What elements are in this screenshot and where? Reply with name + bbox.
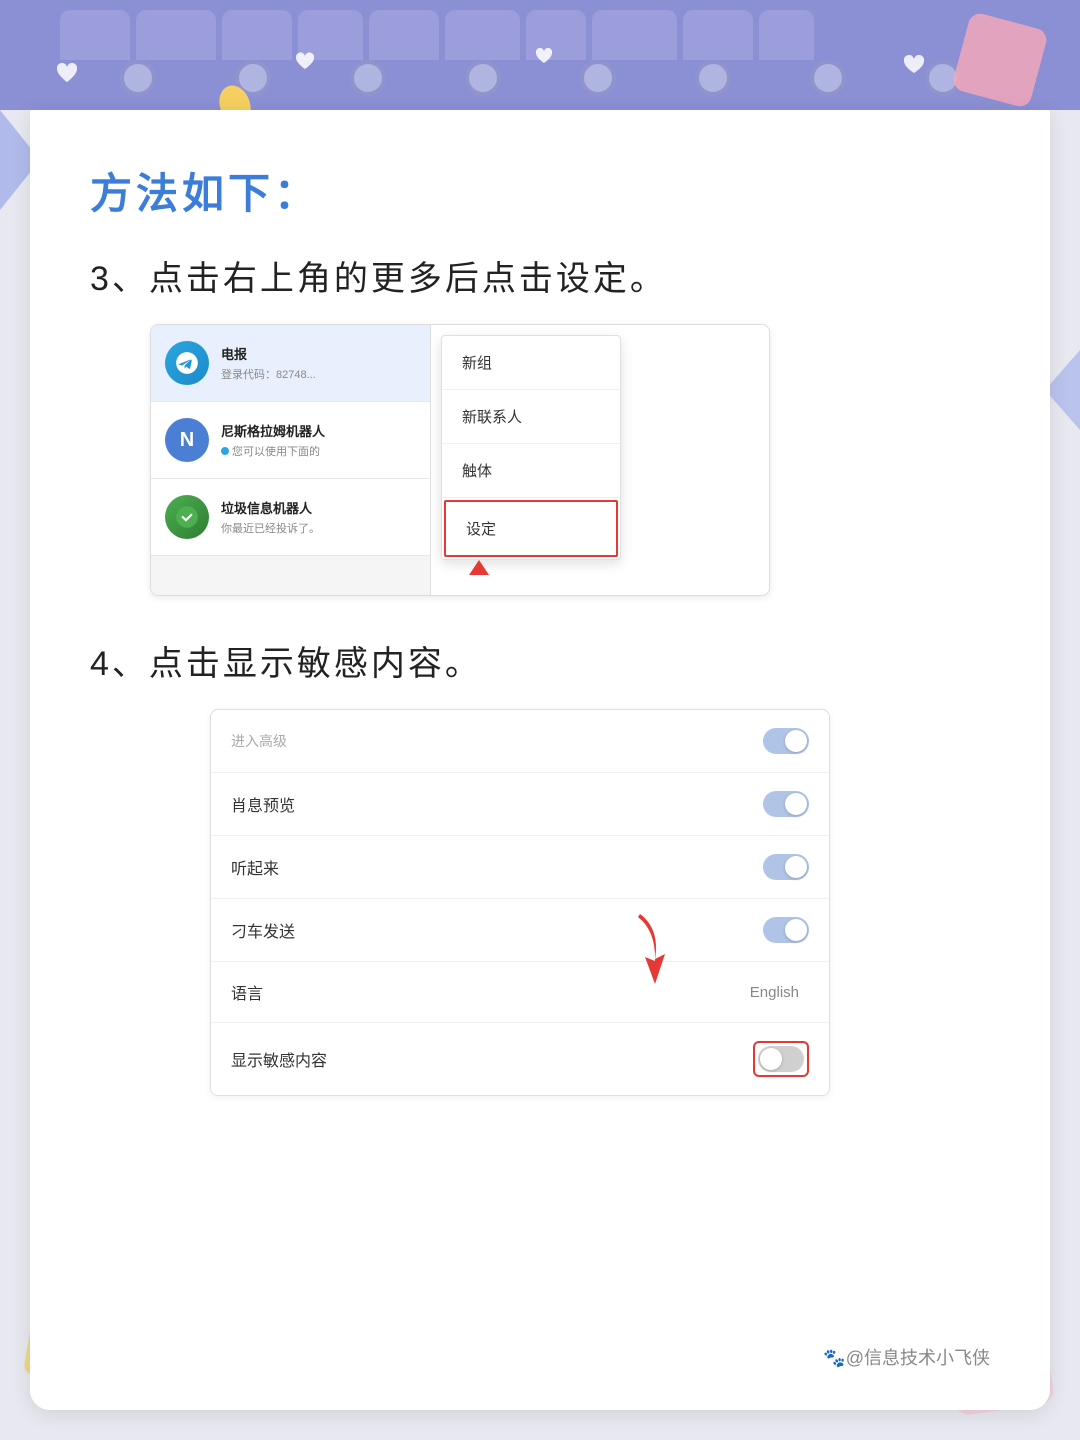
toggle-knob-advanced [785,730,807,752]
avatar-telegram [165,341,209,385]
chat-preview-spam: 你最近已经投诉了。 [221,520,416,536]
avatar-spam [165,495,209,539]
tab-8 [592,10,677,60]
toggle-sound[interactable] [763,854,809,880]
settings-label-preview: 肖息预览 [231,792,295,816]
toggle-send[interactable] [763,917,809,943]
toggle-knob-preview [785,793,807,815]
sensitive-highlight-box [753,1041,809,1077]
toggle-knob-sound [785,856,807,878]
settings-row-sound: 听起来 [211,836,829,899]
avatar-nism: N [165,418,209,462]
tab-6 [445,10,520,60]
chat-preview-nism: 您可以使用下面的 [221,443,416,459]
menu-item-new-contact[interactable]: 新联系人 [442,390,620,444]
ring-4 [465,60,501,96]
context-menu: 新组 新联系人 触体 设定 [441,335,621,560]
chat-item-nism: N 尼斯格拉姆机器人 您可以使用下面的 [151,402,430,479]
toggle-knob-sensitive [760,1048,782,1070]
toggle-sensitive[interactable] [758,1046,804,1072]
tab-10 [759,10,814,60]
notebook-paper: 方法如下： 3、点击右上角的更多后点击设定。 电报 登录代码：82748... [30,110,1050,1410]
toggle-preview[interactable] [763,791,809,817]
heart-icon-3 [535,48,553,64]
tab-9 [683,10,753,60]
chat-info-spam: 垃圾信息机器人 你最近已经投诉了。 [221,498,416,536]
ring-1 [120,60,156,96]
settings-label-send: 刁车发送 [231,918,295,942]
settings-value-language: English [750,984,799,1001]
tab-2 [136,10,216,60]
page-background: 方法如下： 3、点击右上角的更多后点击设定。 电报 登录代码：82748... [0,0,1080,1440]
settings-row-send: 刁车发送 [211,899,829,962]
toggle-knob-send [785,919,807,941]
settings-label-advanced: 进入高级 [231,731,287,751]
ring-3 [350,60,386,96]
step4-title: 4、点击显示敏感内容。 [90,636,990,685]
toggle-advanced[interactable] [763,728,809,754]
settings-row-preview: 肖息预览 [211,773,829,836]
chat-name-nism: 尼斯格拉姆机器人 [221,421,416,440]
chat-name-telegram: 电报 [221,344,416,363]
settings-row-advanced: 进入高级 [211,710,829,773]
chat-list: 电报 登录代码：82748... N 尼斯格拉姆机器人 您可以使用下面的 [151,325,431,595]
red-arrow-step4 [610,909,670,994]
settings-label-sound: 听起来 [231,855,279,879]
heart-icon-4 [903,55,925,75]
deco-blue-right [1045,350,1080,430]
step4-container: 进入高级 肖息预览 听起来 [150,709,770,1096]
chat-info-nism: 尼斯格拉姆机器人 您可以使用下面的 [221,421,416,459]
notebook-top [0,0,1080,110]
chat-item-spam: 垃圾信息机器人 你最近已经投诉了。 [151,479,430,556]
chat-name-spam: 垃圾信息机器人 [221,498,416,517]
step3-screenshot: 电报 登录代码：82748... N 尼斯格拉姆机器人 您可以使用下面的 [150,324,770,596]
chat-info-telegram: 电报 登录代码：82748... [221,344,416,382]
menu-item-new-group[interactable]: 新组 [442,336,620,390]
settings-row-sensitive: 显示敏感内容 [211,1023,829,1095]
settings-label-language: 语言 [231,980,263,1004]
settings-panel: 进入高级 肖息预览 听起来 [210,709,830,1096]
chat-preview-telegram: 登录代码：82748... [221,366,416,382]
ring-7 [810,60,846,96]
chat-item-telegram: 电报 登录代码：82748... [151,325,430,402]
menu-item-touch[interactable]: 触体 [442,444,620,498]
tab-3 [222,10,292,60]
menu-item-settings[interactable]: 设定 [444,500,618,557]
heart-icon-1 [55,62,79,84]
ring-6 [695,60,731,96]
section-title: 方法如下： [90,160,990,221]
menu-arrow [469,560,489,585]
settings-label-sensitive: 显示敏感内容 [231,1047,327,1071]
ring-5 [580,60,616,96]
settings-right-language: English [750,984,809,1001]
heart-icon-2 [295,52,315,70]
watermark: 🐾@信息技术小飞侠 [823,1344,990,1370]
step3-title: 3、点击右上角的更多后点击设定。 [90,251,990,300]
tab-1 [60,10,130,60]
settings-row-language: 语言 English [211,962,829,1023]
tab-5 [369,10,439,60]
